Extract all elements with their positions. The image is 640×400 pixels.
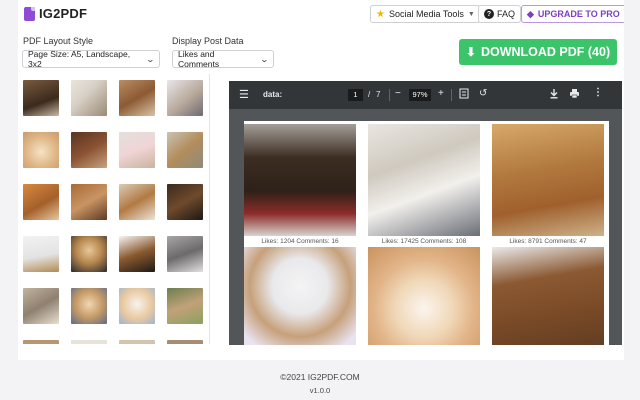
upgrade-label: UPGRADE TO PRO	[537, 9, 620, 19]
pdf-viewer-toolbar: ☰ data: 1 / 7 − 97% + ↺ ⋮	[229, 81, 622, 109]
zoom-level-input[interactable]: 97%	[409, 89, 431, 101]
post-thumbnail[interactable]	[167, 340, 203, 344]
app-container: IG2PDF ★ Social Media Tools ▼ ? FAQ ◆ UP…	[18, 0, 624, 360]
question-icon: ?	[484, 9, 494, 19]
post-thumbnail[interactable]	[23, 80, 59, 116]
zoom-out-icon[interactable]: −	[395, 88, 401, 99]
post-thumbnail[interactable]	[119, 236, 155, 272]
download-label: DOWNLOAD PDF (40)	[480, 45, 611, 59]
post-data-label: Display Post Data	[172, 36, 244, 46]
social-media-tools-dropdown[interactable]: ★ Social Media Tools ▼	[370, 5, 481, 23]
star-icon: ★	[376, 8, 385, 20]
post-thumbnail[interactable]	[119, 288, 155, 324]
post-stats-caption: Likes: 8791 Comments: 47	[509, 238, 587, 245]
download-pdf-button[interactable]: ⬇ DOWNLOAD PDF (40)	[459, 39, 617, 65]
post-thumbnail[interactable]	[23, 184, 59, 220]
post-thumbnail[interactable]	[119, 184, 155, 220]
post-thumbnail[interactable]	[23, 236, 59, 272]
document-title: data:	[263, 90, 283, 99]
pdf-viewer[interactable]: ☰ data: 1 / 7 − 97% + ↺ ⋮ Likes: 1204 Co…	[229, 81, 622, 345]
pdf-photo	[244, 247, 356, 345]
pdf-photo	[368, 247, 480, 345]
pdf-photo	[492, 247, 604, 345]
chevron-down-icon: ⌄	[145, 54, 156, 64]
post-stats-caption: Likes: 1204 Comments: 16	[261, 238, 339, 245]
chevron-down-icon: ⌄	[259, 54, 270, 64]
pdf-logo-icon	[24, 6, 35, 21]
post-thumbnail[interactable]	[167, 288, 203, 324]
faq-label: FAQ	[497, 9, 516, 19]
post-thumbnail[interactable]	[23, 132, 59, 168]
more-options-icon[interactable]: ⋮	[593, 87, 603, 98]
layout-style-value: Page Size: A5, Landscape, 3x2	[28, 49, 131, 69]
post-thumbnail[interactable]	[167, 80, 203, 116]
post-thumbnail[interactable]	[71, 184, 107, 220]
page-separator: /	[368, 90, 371, 99]
top-bar: IG2PDF ★ Social Media Tools ▼ ? FAQ ◆ UP…	[18, 0, 624, 28]
post-thumbnail[interactable]	[71, 288, 107, 324]
toolbar-divider	[451, 89, 452, 101]
pdf-page: Likes: 1204 Comments: 16 Likes: 17425 Co…	[244, 121, 609, 345]
hamburger-menu-icon[interactable]: ☰	[239, 88, 249, 101]
post-thumbnail[interactable]	[119, 340, 155, 344]
download-icon[interactable]	[549, 88, 559, 101]
fit-page-icon[interactable]	[459, 88, 469, 101]
post-thumbnail[interactable]	[71, 132, 107, 168]
post-thumbnail[interactable]	[71, 80, 107, 116]
post-data-value: Likes and Comments	[178, 49, 220, 69]
post-thumbnail[interactable]	[167, 132, 203, 168]
current-page-input[interactable]: 1	[348, 89, 363, 101]
zoom-in-icon[interactable]: +	[438, 88, 444, 99]
total-pages: 7	[376, 90, 381, 99]
rotate-icon[interactable]: ↺	[479, 88, 487, 99]
post-thumbnail[interactable]	[23, 288, 59, 324]
pdf-photo	[368, 124, 480, 236]
post-stats-caption: Likes: 17425 Comments: 108	[381, 238, 467, 245]
layout-style-select[interactable]: Page Size: A5, Landscape, 3x2 ⌄	[22, 49, 160, 69]
post-thumbnail[interactable]	[167, 184, 203, 220]
upgrade-button[interactable]: ◆ UPGRADE TO PRO	[521, 5, 624, 23]
logo-text: IG2PDF	[39, 6, 88, 21]
pdf-photo	[492, 124, 604, 236]
print-icon[interactable]	[569, 88, 580, 101]
post-thumbnail[interactable]	[119, 80, 155, 116]
footer-version: v1.0.0	[309, 386, 331, 395]
thumbnail-panel[interactable]	[18, 74, 210, 344]
post-thumbnail[interactable]	[71, 236, 107, 272]
logo[interactable]: IG2PDF	[24, 6, 87, 21]
pdf-photo	[244, 124, 356, 236]
toolbar-divider	[389, 89, 390, 101]
caret-down-icon: ▼	[467, 10, 475, 18]
layout-style-label: PDF Layout Style	[23, 36, 94, 46]
post-thumbnail[interactable]	[23, 340, 59, 344]
social-media-tools-label: Social Media Tools	[388, 9, 464, 19]
post-thumbnail[interactable]	[167, 236, 203, 272]
faq-button[interactable]: ? FAQ	[478, 5, 522, 23]
post-thumbnail[interactable]	[71, 340, 107, 344]
gem-icon: ◆	[527, 8, 534, 19]
post-thumbnail[interactable]	[119, 132, 155, 168]
post-data-select[interactable]: Likes and Comments ⌄	[172, 49, 274, 69]
download-icon: ⬇	[465, 45, 476, 59]
footer-copyright: ©2021 IG2PDF.COM	[280, 372, 360, 382]
